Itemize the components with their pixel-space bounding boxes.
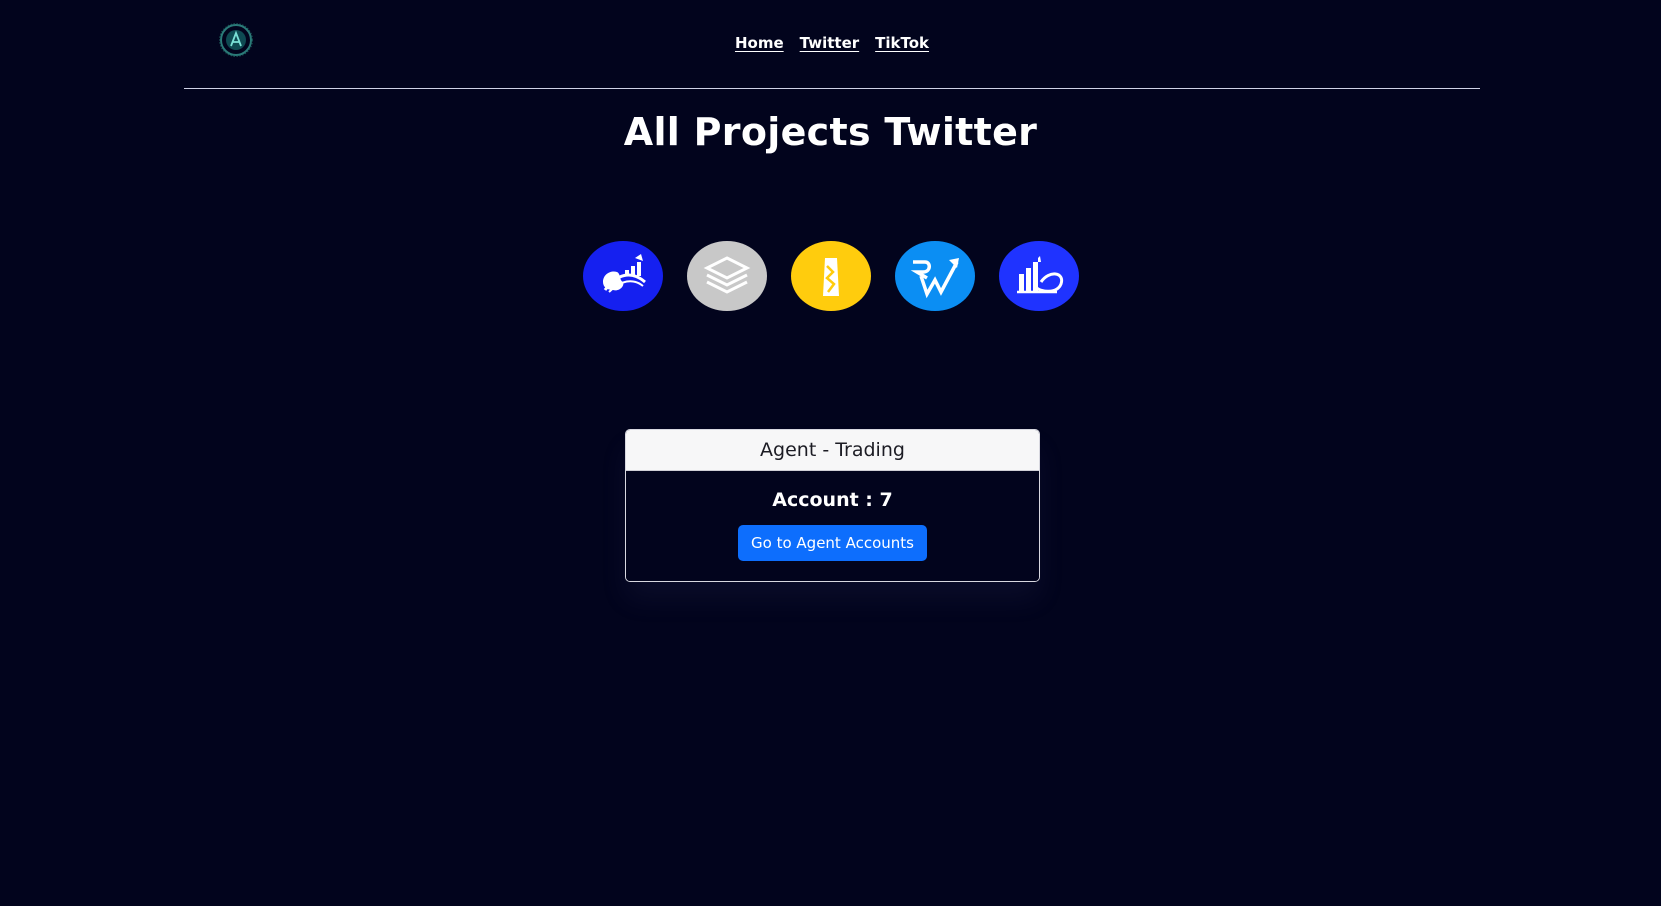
- agent-card: Agent - Trading Account : 7 Go to Agent …: [625, 429, 1040, 582]
- rw-arrow-chart-icon: [910, 258, 959, 299]
- account-count: Account : 7: [772, 489, 893, 511]
- project-item[interactable]: [998, 241, 1079, 311]
- main-nav: Home Twitter TikTok: [184, 34, 1480, 52]
- project-item[interactable]: [582, 241, 663, 311]
- project-list: [0, 241, 1661, 311]
- stacked-layers-icon: [703, 256, 750, 294]
- card-body: Account : 7 Go to Agent Accounts: [626, 471, 1039, 581]
- building-bar-icon: [822, 258, 839, 296]
- city-chart-icon: [1016, 256, 1063, 294]
- nav-home-link[interactable]: Home: [735, 34, 784, 52]
- card-header: Agent - Trading: [626, 430, 1039, 471]
- project-item[interactable]: [686, 241, 767, 311]
- globe-growth-chart-icon: [602, 254, 646, 293]
- project-item[interactable]: [894, 241, 975, 311]
- project-item[interactable]: [790, 241, 871, 311]
- nav-twitter-link[interactable]: Twitter: [800, 34, 860, 52]
- site-header: Home Twitter TikTok: [184, 0, 1480, 89]
- go-to-agent-accounts-button[interactable]: Go to Agent Accounts: [738, 525, 927, 561]
- page-title: All Projects Twitter: [623, 110, 1038, 154]
- nav-tiktok-link[interactable]: TikTok: [875, 34, 929, 52]
